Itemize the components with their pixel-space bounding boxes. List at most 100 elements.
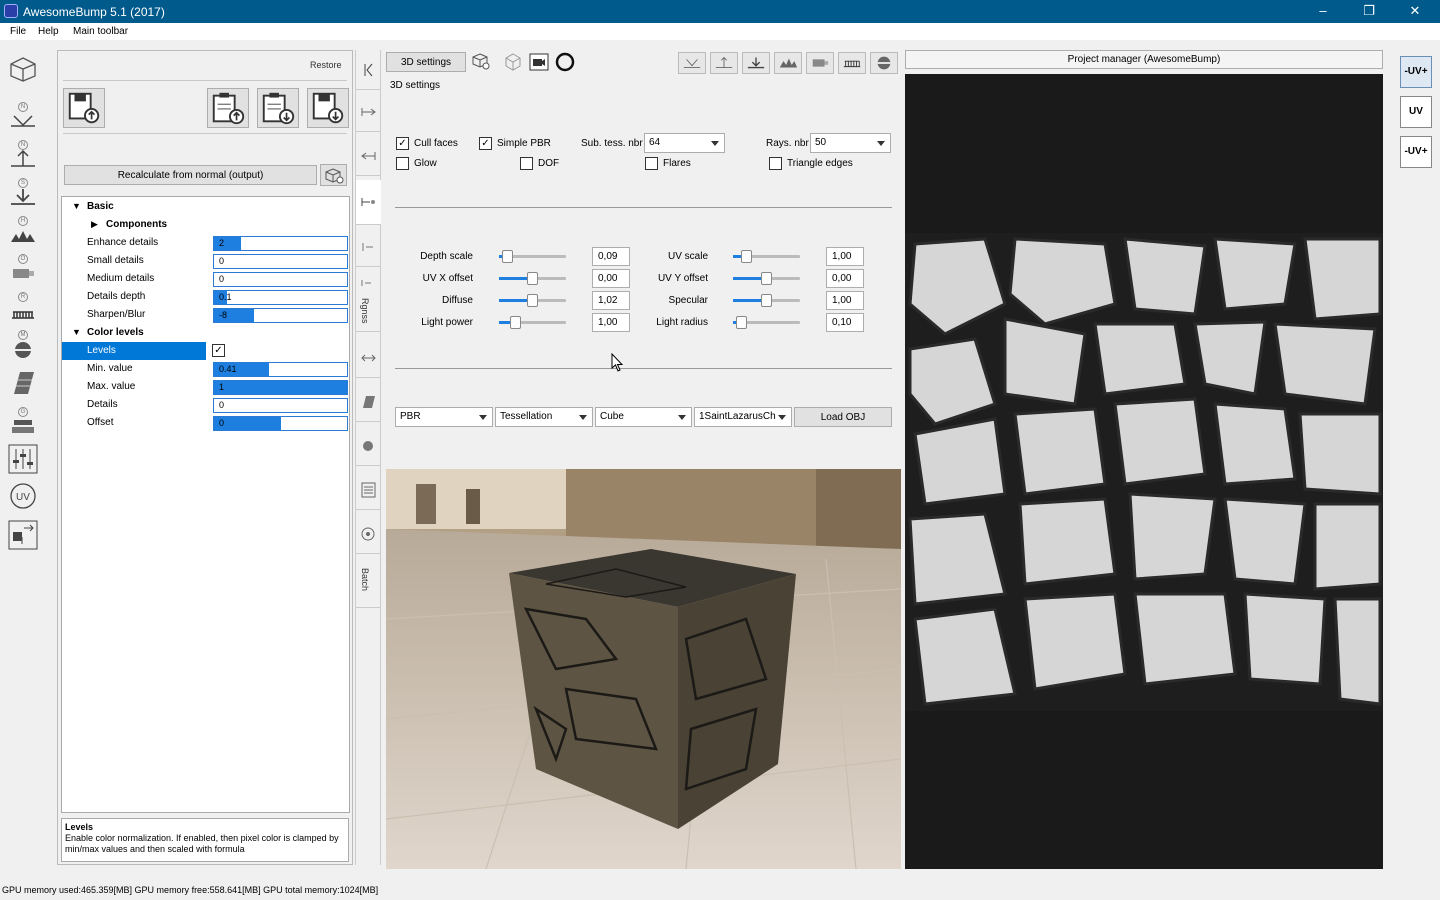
- roughness-icon[interactable]: [8, 264, 38, 282]
- paste-upload-button[interactable]: [207, 88, 249, 128]
- 3d-settings-button[interactable]: 3D settings: [386, 52, 466, 72]
- paste-download-button[interactable]: [257, 88, 299, 128]
- restore-icon[interactable]: ❐: [1346, 0, 1392, 23]
- tree-row[interactable]: Offset 0: [62, 414, 348, 432]
- uv-x-offset-slider[interactable]: [499, 272, 566, 285]
- metallic-view-icon[interactable]: [838, 52, 866, 74]
- cube-settings-icon[interactable]: [471, 52, 491, 72]
- tree-row[interactable]: Details depth 0.1: [62, 288, 348, 306]
- specular-view-icon[interactable]: [742, 52, 770, 74]
- specular-slider[interactable]: [733, 294, 800, 307]
- slider-handle[interactable]: [761, 294, 772, 307]
- settings-sliders-icon[interactable]: [8, 444, 38, 474]
- diffuse-slider[interactable]: [499, 294, 566, 307]
- tree-row-levels[interactable]: Levels ✓: [62, 342, 348, 360]
- tab-roughness[interactable]: Rgnss: [356, 272, 381, 332]
- uv-y-offset-slider[interactable]: [733, 272, 800, 285]
- tab-occlusion-icon[interactable]: [356, 227, 381, 267]
- specular-icon[interactable]: [8, 186, 38, 206]
- tree-row[interactable]: Enhance details 2: [62, 234, 348, 252]
- tessellation-select[interactable]: Tessellation: [495, 407, 593, 427]
- 3d-viewport[interactable]: [386, 469, 901, 869]
- levels-checkbox[interactable]: ✓: [212, 344, 225, 357]
- uv-y-offset-spinbox[interactable]: 0,00: [826, 269, 864, 288]
- slider-handle[interactable]: [741, 250, 752, 263]
- occlusion-view-icon[interactable]: [774, 52, 802, 74]
- light-power-spinbox[interactable]: 1,00: [592, 313, 630, 332]
- grunge-icon[interactable]: [8, 340, 38, 360]
- slider-handle[interactable]: [527, 294, 538, 307]
- cube-settings-button[interactable]: [320, 164, 347, 186]
- slider-handle[interactable]: [502, 250, 513, 263]
- menu-help[interactable]: Help: [38, 26, 59, 37]
- flares-checkbox[interactable]: [645, 157, 658, 170]
- dof-checkbox[interactable]: [520, 157, 533, 170]
- depth-scale-spinbox[interactable]: 0,09: [592, 247, 630, 266]
- slider-handle[interactable]: [761, 272, 772, 285]
- tree-row[interactable]: Details 0: [62, 396, 348, 414]
- tab-height-icon[interactable]: [356, 136, 381, 176]
- light-radius-spinbox[interactable]: 0,10: [826, 313, 864, 332]
- medium-details-input[interactable]: 0: [213, 272, 348, 287]
- load-obj-button[interactable]: Load OBJ: [794, 407, 892, 427]
- tab-grunge-icon[interactable]: [356, 426, 381, 466]
- normal-map-icon[interactable]: [8, 110, 38, 130]
- simple-pbr-checkbox[interactable]: ✓: [479, 137, 492, 150]
- sharpen-blur-input[interactable]: -8: [213, 308, 348, 323]
- restore-link[interactable]: Restore: [310, 60, 342, 70]
- height-view-icon[interactable]: [710, 52, 738, 74]
- details-depth-input[interactable]: 0.1: [213, 290, 348, 305]
- minimize-icon[interactable]: –: [1300, 0, 1346, 23]
- details-input[interactable]: 0: [213, 398, 348, 413]
- wireframe-cube-icon[interactable]: [503, 52, 523, 72]
- grunge-layers-icon[interactable]: [8, 416, 38, 436]
- tab-metallic-icon[interactable]: [356, 338, 381, 378]
- min-value-input[interactable]: 0.41: [213, 362, 348, 377]
- triangle-edges-checkbox[interactable]: [769, 157, 782, 170]
- uv-scale-slider[interactable]: [733, 250, 800, 263]
- expand-arrow-icon[interactable]: ▼: [72, 327, 81, 337]
- max-value-input[interactable]: 1: [213, 380, 348, 395]
- roughness-view-icon[interactable]: [806, 52, 834, 74]
- recalculate-button[interactable]: Recalculate from normal (output): [64, 165, 317, 185]
- uv-scale-spinbox[interactable]: 1,00: [826, 247, 864, 266]
- export-icon[interactable]: [8, 520, 38, 550]
- enhance-details-input[interactable]: 2: [213, 236, 348, 251]
- cube-icon[interactable]: [8, 56, 38, 82]
- tab-normal-icon[interactable]: [356, 92, 381, 132]
- menu-main-toolbar[interactable]: Main toolbar: [73, 26, 128, 37]
- uv-x-offset-spinbox[interactable]: 0,00: [592, 269, 630, 288]
- environment-select[interactable]: 1SaintLazarusCh: [694, 407, 792, 427]
- tree-row[interactable]: Min. value 0.41: [62, 360, 348, 378]
- sphere-icon[interactable]: [555, 52, 575, 72]
- collapse-arrow-icon[interactable]: ▶: [91, 219, 98, 230]
- material-icon[interactable]: [8, 370, 38, 396]
- height-map-icon[interactable]: [8, 148, 38, 168]
- shading-mode-select[interactable]: PBR: [395, 407, 493, 427]
- normal-view-icon[interactable]: [678, 52, 706, 74]
- small-details-input[interactable]: 0: [213, 254, 348, 269]
- uv-expand-button[interactable]: -UV+: [1400, 56, 1432, 88]
- texture-preview[interactable]: [905, 74, 1383, 869]
- light-radius-slider[interactable]: [733, 316, 800, 329]
- tab-settings-icon[interactable]: [356, 180, 381, 225]
- expand-arrow-icon[interactable]: ▼: [72, 201, 81, 211]
- specular-spinbox[interactable]: 1,00: [826, 291, 864, 310]
- sub-tess-select[interactable]: 64: [644, 133, 725, 153]
- tree-row[interactable]: Sharpen/Blur -8: [62, 306, 348, 324]
- mesh-select[interactable]: Cube: [595, 407, 692, 427]
- glow-checkbox[interactable]: [396, 157, 409, 170]
- uv-center-button[interactable]: UV: [1400, 96, 1432, 128]
- diffuse-spinbox[interactable]: 1,02: [592, 291, 630, 310]
- occlusion-icon[interactable]: [8, 226, 38, 244]
- menu-file[interactable]: File: [10, 26, 26, 37]
- grunge-view-icon[interactable]: [870, 52, 898, 74]
- uv-icon[interactable]: UV: [8, 482, 38, 510]
- save-download-button[interactable]: [307, 88, 349, 128]
- slider-handle[interactable]: [736, 316, 747, 329]
- tree-group-components[interactable]: ▶ Components: [62, 216, 348, 234]
- close-icon[interactable]: ✕: [1392, 0, 1438, 23]
- tree-group-color-levels[interactable]: ▼ Color levels: [62, 324, 348, 342]
- metallic-icon[interactable]: [8, 302, 38, 320]
- depth-scale-slider[interactable]: [499, 250, 566, 263]
